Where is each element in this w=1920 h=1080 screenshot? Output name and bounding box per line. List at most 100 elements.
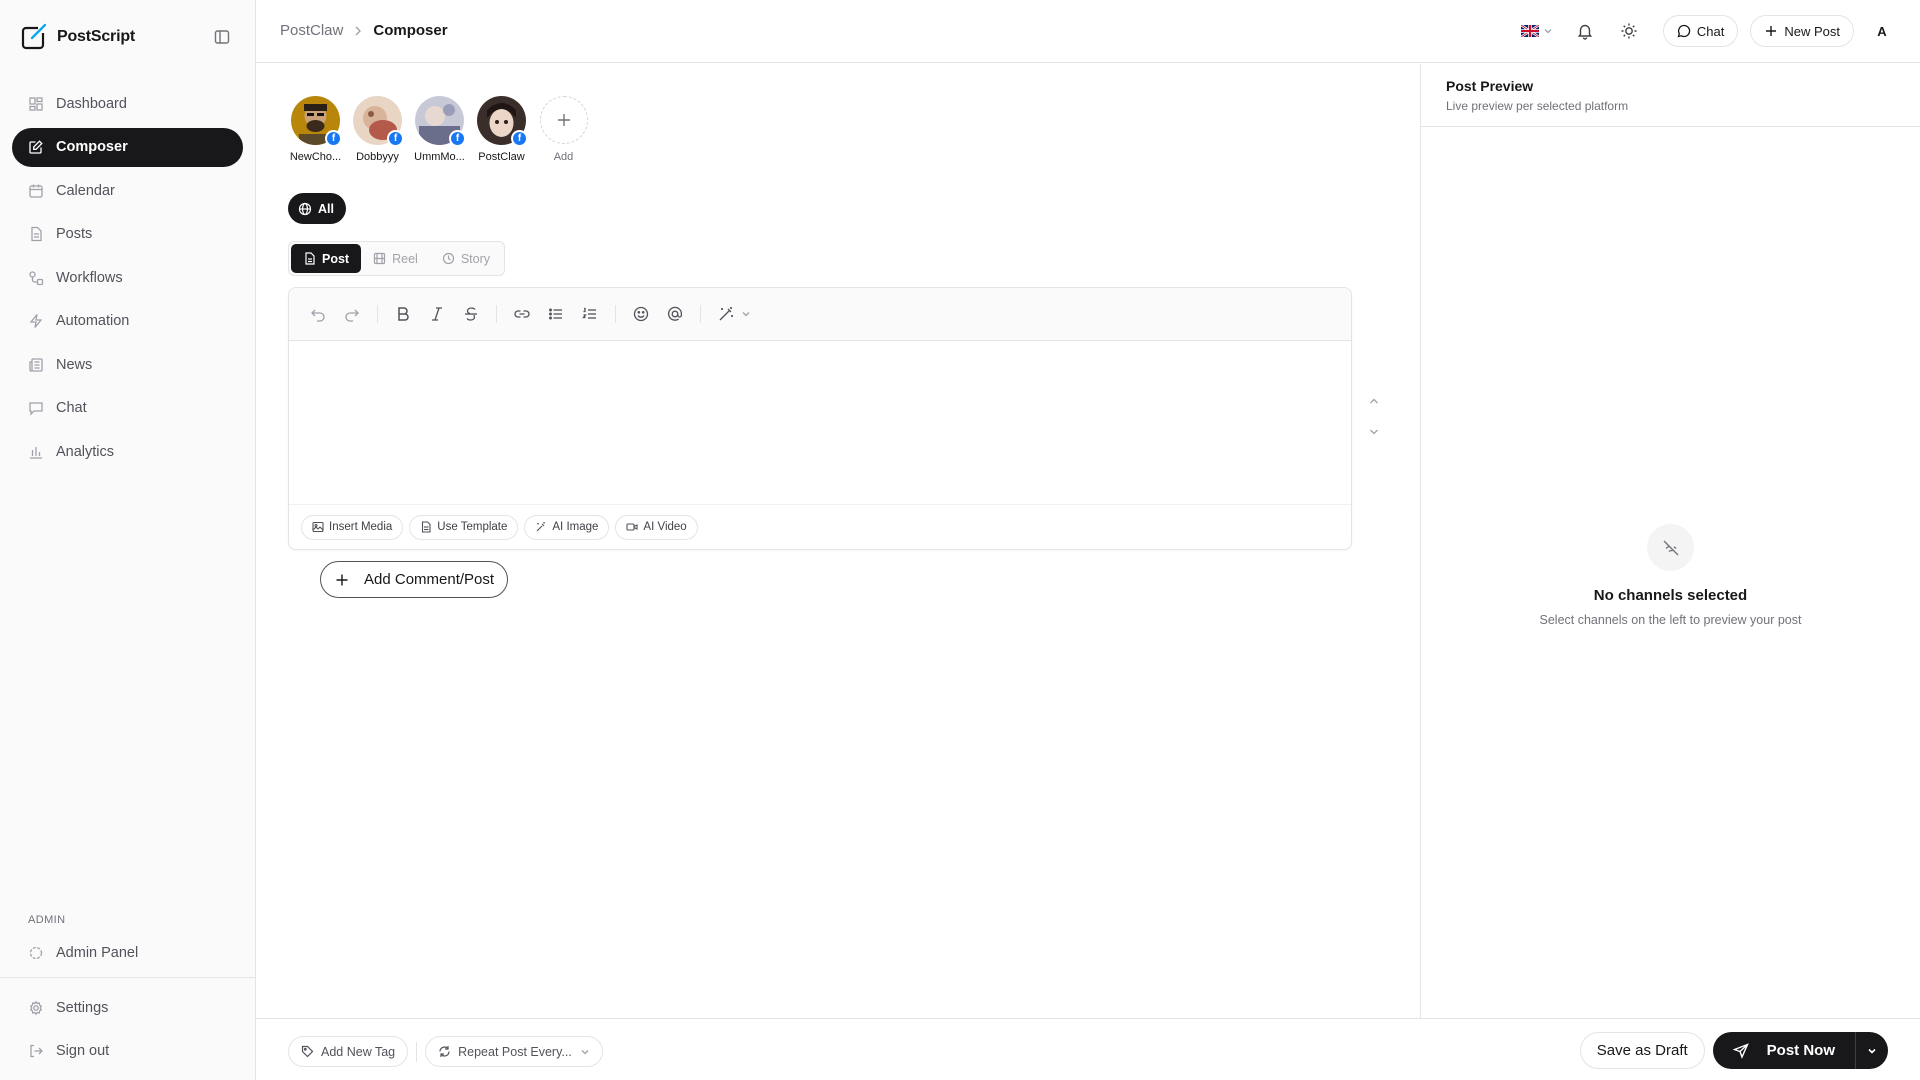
- add-channel[interactable]: Add: [536, 96, 591, 163]
- newspaper-icon: [29, 357, 43, 372]
- filter-all-chip[interactable]: All: [288, 193, 346, 224]
- chevron-down-icon: [1868, 1048, 1876, 1054]
- document-icon: [305, 252, 315, 265]
- sidebar-item-workflows[interactable]: Workflows: [12, 258, 243, 297]
- add-tag-button[interactable]: Add New Tag: [288, 1036, 409, 1067]
- sidebar-item-chat[interactable]: Chat: [12, 389, 243, 428]
- post-type-tabs: Post Reel Story: [288, 241, 505, 276]
- admin-section: Admin Panel: [12, 933, 243, 977]
- chevron-down-icon[interactable]: [1367, 425, 1381, 439]
- filter-all-label: All: [318, 201, 334, 216]
- facebook-badge: f: [449, 130, 466, 147]
- chat-button[interactable]: Chat: [1662, 15, 1739, 47]
- chevron-up-icon[interactable]: [1367, 394, 1381, 408]
- sidebar-item-news[interactable]: News: [12, 345, 243, 384]
- sidebar-toggle-icon[interactable]: [213, 28, 231, 46]
- bold-icon[interactable]: [394, 305, 412, 323]
- sidebar-item-label: News: [56, 356, 93, 373]
- calendar-icon: [29, 184, 43, 198]
- bar-chart-icon: [30, 446, 42, 459]
- channel-avatar: f: [477, 96, 528, 147]
- bell-icon[interactable]: [1575, 21, 1595, 41]
- use-template-button[interactable]: Use Template: [409, 514, 519, 540]
- plus-icon: [557, 114, 570, 126]
- chevron-down-icon[interactable]: [741, 309, 751, 319]
- redo-icon[interactable]: [343, 305, 361, 323]
- header-actions: Chat New Post A: [1520, 14, 1898, 48]
- sidebar-item-sign-out[interactable]: Sign out: [12, 1032, 243, 1071]
- ai-video-label: AI Video: [643, 521, 687, 533]
- tab-story[interactable]: Story: [430, 244, 502, 273]
- admin-section-label: ADMIN: [28, 914, 66, 926]
- plus-icon: [336, 574, 348, 585]
- channel-item[interactable]: f PostClaw: [474, 96, 529, 163]
- sidebar: PostScript Dashboard Composer Calendar P…: [0, 0, 256, 1080]
- facebook-badge: f: [511, 130, 528, 147]
- ai-image-button[interactable]: AI Image: [524, 514, 610, 540]
- sidebar-divider: [0, 977, 255, 978]
- sidebar-item-label: Analytics: [56, 443, 115, 460]
- repeat-post-select[interactable]: Repeat Post Every...: [425, 1036, 603, 1067]
- emoji-icon[interactable]: [632, 305, 650, 323]
- tab-label: Reel: [392, 251, 418, 266]
- magic-wand-icon[interactable]: [717, 305, 735, 323]
- mention-icon[interactable]: [666, 305, 684, 323]
- preview-title: Post Preview: [1446, 78, 1534, 94]
- sidebar-item-label: Admin Panel: [56, 944, 139, 961]
- channel-name: Dobbyyy: [356, 151, 399, 163]
- avatar[interactable]: A: [1866, 15, 1898, 47]
- facebook-icon: f: [451, 132, 464, 145]
- facebook-icon: f: [327, 132, 340, 145]
- post-preview-panel: Post Preview Live preview per selected p…: [1420, 64, 1920, 1018]
- ai-video-button[interactable]: AI Video: [615, 514, 698, 540]
- post-text-area[interactable]: [289, 341, 1351, 504]
- composer-main: f NewCho... f Dobbyyy f UmmMo... f PostC…: [256, 64, 1420, 1018]
- sidebar-item-calendar[interactable]: Calendar: [12, 171, 243, 210]
- post-now-button[interactable]: Post Now: [1713, 1032, 1856, 1069]
- sidebar-item-admin-panel[interactable]: Admin Panel: [12, 933, 243, 972]
- breadcrumb-parent[interactable]: PostClaw: [280, 22, 343, 39]
- sidebar-item-settings[interactable]: Settings: [12, 988, 243, 1027]
- message-icon: [29, 402, 43, 416]
- add-channel-button[interactable]: [539, 96, 588, 144]
- add-comment-button[interactable]: Add Comment/Post: [320, 561, 509, 598]
- sidebar-item-automation[interactable]: Automation: [12, 302, 243, 341]
- sign-out-icon: [30, 1044, 43, 1058]
- sidebar-item-label: Composer: [56, 139, 128, 155]
- sidebar-item-dashboard[interactable]: Dashboard: [12, 84, 243, 123]
- document-icon: [31, 226, 42, 242]
- channel-item[interactable]: f Dobbyyy: [350, 96, 405, 163]
- empty-state-subtitle: Select channels on the left to preview y…: [1539, 613, 1802, 627]
- undo-icon[interactable]: [309, 305, 327, 323]
- save-draft-button[interactable]: Save as Draft: [1579, 1032, 1705, 1069]
- insert-media-label: Insert Media: [329, 521, 393, 533]
- post-options-button[interactable]: [1856, 1032, 1888, 1069]
- sidebar-item-analytics[interactable]: Analytics: [12, 432, 243, 471]
- channel-item[interactable]: f NewCho...: [288, 96, 343, 163]
- sun-icon[interactable]: [1619, 21, 1639, 41]
- channel-name: PostClaw: [478, 151, 525, 163]
- sidebar-item-label: Chat: [56, 400, 87, 416]
- italic-icon[interactable]: [428, 305, 446, 323]
- channel-item[interactable]: f UmmMo...: [412, 96, 467, 163]
- insert-media-button[interactable]: Insert Media: [301, 514, 404, 540]
- numbered-list-icon[interactable]: [581, 305, 599, 323]
- preview-empty-state: No channels selected Select channels on …: [1421, 524, 1920, 627]
- zap-icon: [29, 314, 43, 328]
- breadcrumb-current: Composer: [373, 22, 448, 39]
- tab-post[interactable]: Post: [291, 244, 362, 273]
- sidebar-item-posts[interactable]: Posts: [12, 215, 243, 254]
- channel-name: UmmMo...: [414, 151, 465, 163]
- bullet-list-icon[interactable]: [547, 305, 565, 323]
- tab-reel[interactable]: Reel: [361, 244, 430, 273]
- new-post-button[interactable]: New Post: [1750, 15, 1854, 47]
- sidebar-item-composer[interactable]: Composer: [12, 127, 243, 167]
- link-icon[interactable]: [513, 305, 531, 323]
- sidebar-item-label: Workflows: [56, 269, 123, 286]
- logo[interactable]: PostScript: [20, 22, 235, 52]
- language-selector[interactable]: [1520, 25, 1553, 37]
- strikethrough-icon[interactable]: [462, 305, 480, 323]
- sidebar-item-label: Automation: [56, 313, 130, 329]
- composer-footer: Add New Tag Repeat Post Every... Save as…: [256, 1018, 1920, 1080]
- sidebar-bottom: Settings Sign out: [12, 988, 243, 1075]
